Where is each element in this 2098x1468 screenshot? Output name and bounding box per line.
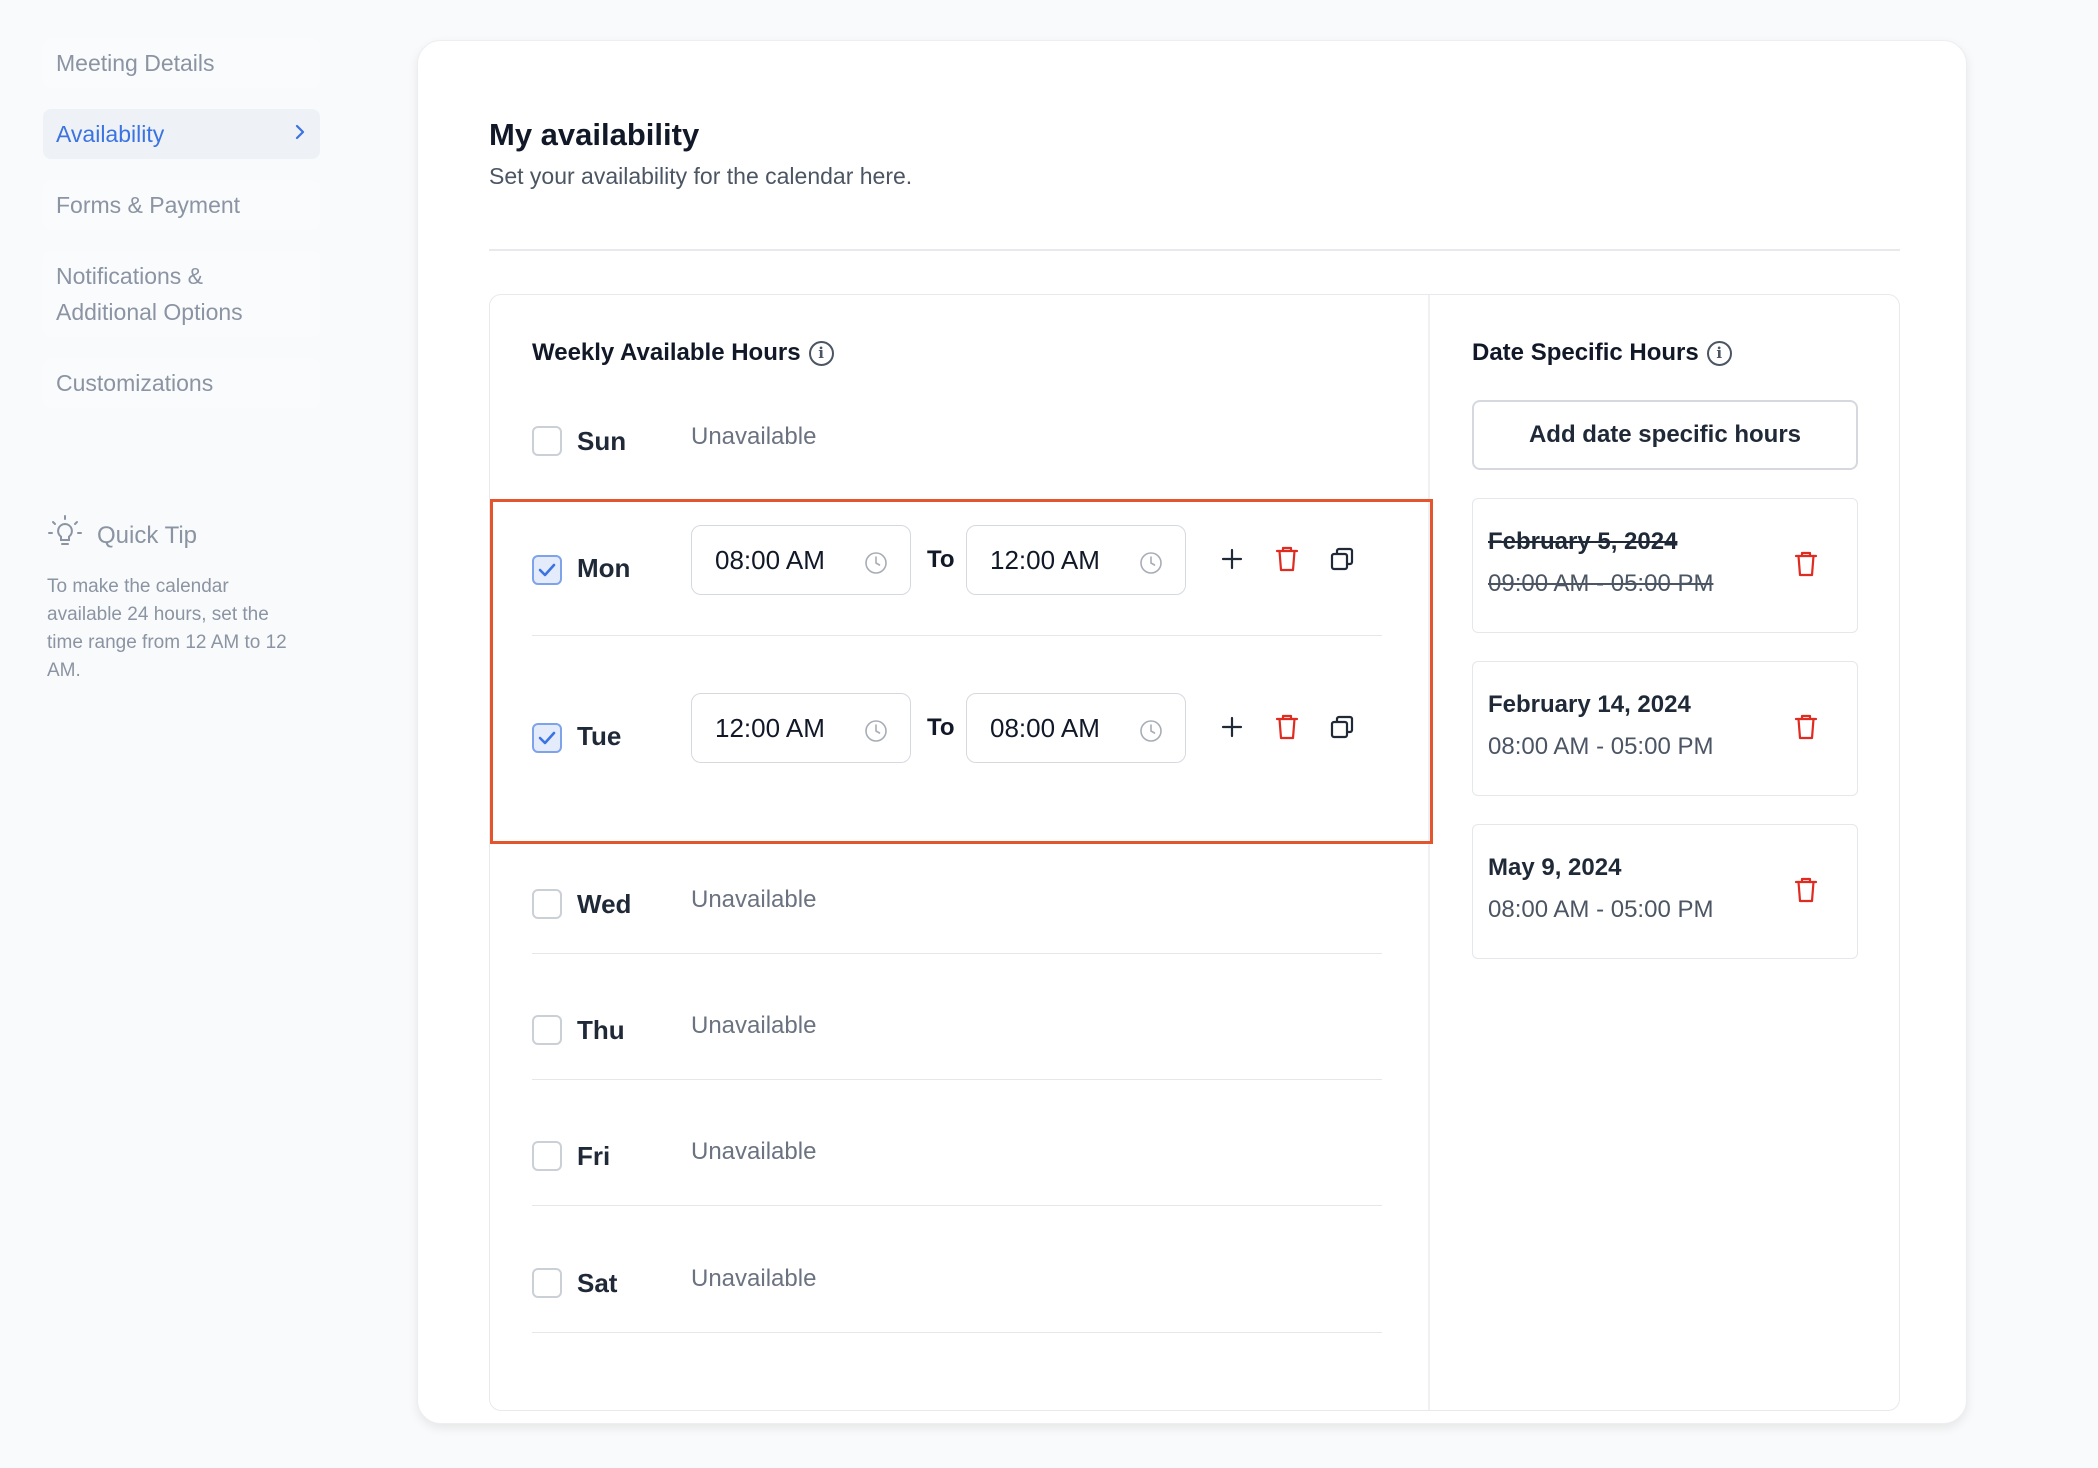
date-specific-section: Date Specific Hours i Add date specific … bbox=[1430, 295, 1900, 1410]
weekly-hours-label: Weekly Available Hours bbox=[532, 339, 801, 366]
chevron-right-icon bbox=[293, 116, 307, 152]
unavailable-text: Unavailable bbox=[691, 1012, 817, 1039]
delete-entry-button[interactable] bbox=[1793, 876, 1819, 909]
divider bbox=[489, 249, 1900, 251]
day-name: Fri bbox=[577, 1141, 611, 1171]
entry-time: 08:00 AM - 05:00 PM bbox=[1488, 733, 1714, 760]
trash-icon bbox=[1794, 877, 1818, 903]
page-title: My availability bbox=[489, 117, 700, 152]
day-name: Wed bbox=[577, 889, 632, 919]
day-name: Sun bbox=[577, 426, 627, 456]
row-divider bbox=[532, 953, 1382, 954]
lightbulb-icon bbox=[47, 514, 83, 557]
day-checkbox-fri[interactable] bbox=[532, 1141, 562, 1171]
row-divider bbox=[532, 1205, 1382, 1206]
date-entry-card: February 5, 2024 09:00 AM - 05:00 PM bbox=[1472, 498, 1858, 633]
trash-icon bbox=[1794, 551, 1818, 577]
nav-notifications[interactable]: Notifications & Additional Options bbox=[43, 251, 320, 337]
delete-entry-button[interactable] bbox=[1793, 713, 1819, 746]
nav-label: Forms & Payment bbox=[56, 192, 241, 218]
entry-date: February 5, 2024 bbox=[1488, 528, 1678, 555]
add-date-specific-hours-button[interactable]: Add date specific hours bbox=[1472, 400, 1858, 470]
day-checkbox-thu[interactable] bbox=[532, 1015, 562, 1045]
quick-tip-title: Quick Tip bbox=[97, 521, 198, 549]
day-checkbox-sun[interactable] bbox=[532, 426, 562, 456]
unavailable-text: Unavailable bbox=[691, 1138, 817, 1165]
availability-panel: Weekly Available Hours i Sun Unavailable… bbox=[489, 294, 1900, 1411]
nav-customizations[interactable]: Customizations bbox=[43, 358, 320, 408]
date-specific-label: Date Specific Hours bbox=[1472, 339, 1699, 366]
date-entry-card: May 9, 2024 08:00 AM - 05:00 PM bbox=[1472, 824, 1858, 959]
entry-time: 09:00 AM - 05:00 PM bbox=[1488, 570, 1714, 597]
unavailable-text: Unavailable bbox=[691, 886, 817, 913]
info-icon[interactable]: i bbox=[808, 340, 834, 366]
day-name: Sat bbox=[577, 1268, 618, 1298]
entry-date: May 9, 2024 bbox=[1488, 854, 1622, 881]
day-checkbox-sat[interactable] bbox=[532, 1268, 562, 1298]
row-divider bbox=[532, 1079, 1382, 1080]
nav-label: Meeting Details bbox=[56, 50, 215, 76]
nav-label: Notifications & Additional Options bbox=[56, 263, 243, 325]
day-checkbox-wed[interactable] bbox=[532, 889, 562, 919]
nav-label: Customizations bbox=[56, 370, 214, 396]
unavailable-text: Unavailable bbox=[691, 1265, 817, 1292]
delete-entry-button[interactable] bbox=[1793, 550, 1819, 583]
nav-forms-payment[interactable]: Forms & Payment bbox=[43, 180, 320, 230]
nav-meeting-details[interactable]: Meeting Details bbox=[43, 38, 320, 88]
page-subtitle: Set your availability for the calendar h… bbox=[489, 163, 913, 189]
nav-availability[interactable]: Availability bbox=[43, 109, 320, 159]
entry-date: February 14, 2024 bbox=[1488, 691, 1691, 718]
row-divider bbox=[532, 1332, 1382, 1333]
info-icon[interactable]: i bbox=[1706, 340, 1732, 366]
trash-icon bbox=[1794, 714, 1818, 740]
quick-tip: Quick Tip To make the calendar available… bbox=[43, 514, 308, 685]
date-entry-card: February 14, 2024 08:00 AM - 05:00 PM bbox=[1472, 661, 1858, 796]
weekly-hours-section: Weekly Available Hours i Sun Unavailable… bbox=[490, 295, 1433, 1410]
highlight-box bbox=[490, 499, 1433, 844]
nav-label: Availability bbox=[56, 121, 165, 147]
weekly-hours-title: Weekly Available Hours i bbox=[532, 339, 834, 367]
availability-card: My availability Set your availability fo… bbox=[417, 40, 1967, 1424]
sidebar: Meeting Details Availability Forms & Pay… bbox=[43, 38, 320, 685]
date-specific-title: Date Specific Hours i bbox=[1472, 339, 1732, 367]
unavailable-text: Unavailable bbox=[691, 423, 817, 450]
quick-tip-text: To make the calendar available 24 hours,… bbox=[47, 576, 287, 681]
entry-time: 08:00 AM - 05:00 PM bbox=[1488, 896, 1714, 923]
day-name: Thu bbox=[577, 1015, 625, 1045]
